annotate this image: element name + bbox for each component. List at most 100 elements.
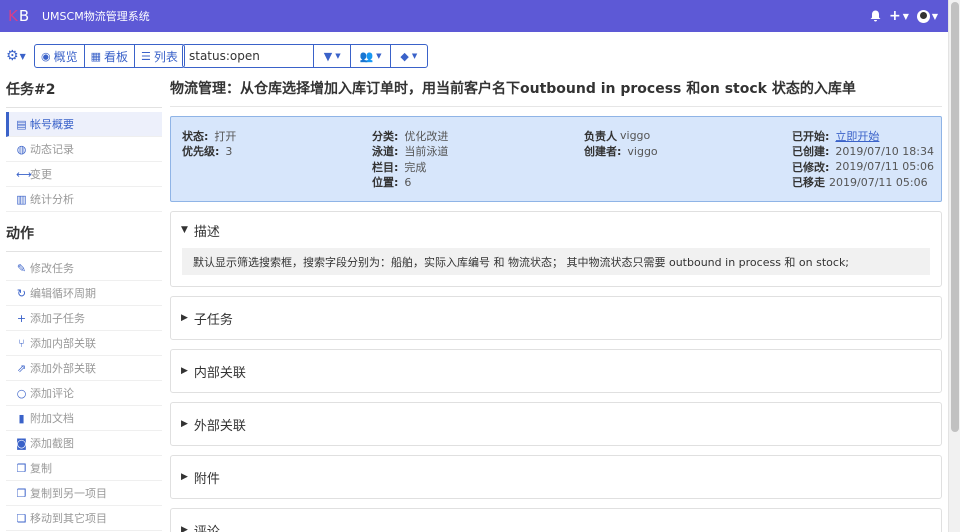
internal-links-toggle[interactable]: ▶ 内部关联	[171, 350, 941, 392]
subtasks-toggle[interactable]: ▶ 子任务	[171, 297, 941, 339]
column-label: 栏目:	[372, 160, 399, 174]
action-heading: 动作	[6, 220, 162, 252]
attachments-toggle[interactable]: ▶ 附件	[171, 456, 941, 498]
creator-label: 创建者:	[584, 145, 622, 159]
modified-label: 已修改:	[792, 160, 830, 174]
sidebar-item-label: 添加外部关联	[30, 362, 96, 375]
status-label: 状态:	[182, 129, 209, 143]
triangle-right-icon: ▶	[181, 366, 188, 376]
page-scrollbar[interactable]	[948, 0, 960, 532]
sidebar-item-overview[interactable]: ▤ 帐号概要	[6, 112, 162, 137]
sidebar-item-code-fork[interactable]: ⑂ 添加内部关联	[6, 331, 162, 356]
sidebar-item-move[interactable]: ❏ 移动到其它项目	[6, 506, 162, 531]
sidebar-item-label: 添加内部关联	[30, 337, 96, 350]
page-title: 物流管理：从仓库选择增加入库订单时，用当前客户名下outbound in pro…	[170, 76, 942, 107]
description-toggle[interactable]: ▼ 描述	[171, 212, 941, 248]
modified-value: 2019/07/11 05:06	[835, 160, 935, 174]
caret-down-icon: ▼	[335, 52, 341, 60]
tags-dropdown[interactable]: ◆ ▼	[389, 45, 427, 67]
grid-icon: ▦	[90, 49, 102, 63]
caret-down-icon: ▼	[902, 11, 909, 21]
list-icon: ☰	[141, 49, 151, 63]
triangle-down-icon: ▼	[181, 225, 188, 235]
comment-icon: ○	[16, 386, 27, 400]
scrollbar-thumb[interactable]	[951, 2, 959, 432]
sidebar-item-label: 附加文档	[30, 412, 74, 425]
sidebar-item-bar-chart[interactable]: ▥ 统计分析	[6, 187, 162, 212]
created-label: 已创建:	[792, 145, 830, 159]
created-value: 2019/07/10 18:34	[835, 144, 935, 158]
triangle-right-icon: ▶	[181, 313, 188, 323]
copy-project-icon: ❐	[16, 486, 27, 500]
attachments-title: 附件	[193, 471, 220, 487]
caret-down-icon: ▼	[376, 52, 382, 60]
sidebar-item-label: 移动到其它项目	[30, 512, 107, 525]
plus-icon: +	[888, 8, 901, 24]
board-button[interactable]: ▦ 看板	[85, 45, 136, 67]
sidebar-item-external-link[interactable]: ⇗ 添加外部关联	[6, 356, 162, 381]
sidebar: 任务#2 ▤ 帐号概要 ◍ 动态记录 ⟷ 变更 ▥ 统计分析 动作 ✎ 修改任务 ↻ 编辑循环周期 +…	[6, 76, 162, 531]
toolbar: ⚙▼ ◉概览 ▦看板 ☰列表 ▼▼ 👥▼ ◆▼	[6, 44, 428, 68]
sidebar-item-copy[interactable]: ❐ 复制	[6, 456, 162, 481]
bell-icon[interactable]	[870, 10, 881, 22]
file-icon: ▮	[18, 411, 25, 425]
sidebar-item-label: 复制到另一项目	[30, 487, 107, 500]
app-logo[interactable]: KB	[8, 7, 38, 25]
top-header: KB UMSCM物流管理系统 + ▼ ▼	[0, 0, 948, 32]
internal-links-panel: ▶ 内部关联	[170, 349, 942, 393]
external-links-toggle[interactable]: ▶ 外部关联	[171, 403, 941, 445]
internal-links-title: 内部关联	[193, 365, 246, 381]
task-heading: 任务#2	[6, 76, 162, 108]
comments-title: 评论	[193, 524, 220, 532]
position-value: 6	[404, 175, 412, 189]
overview-button[interactable]: ◉ 概览	[35, 45, 85, 67]
code-fork-icon: ⑂	[18, 336, 25, 350]
moved-label: 已移走	[792, 176, 825, 190]
sidebar-item-arrows[interactable]: ⟷ 变更	[6, 162, 162, 187]
column-value: 完成	[404, 160, 427, 174]
plus-icon: +	[16, 311, 27, 325]
sidebar-item-plus[interactable]: + 添加子任务	[6, 306, 162, 331]
sidebar-item-dashboard[interactable]: ◍ 动态记录	[6, 137, 162, 162]
assignee-label: 负责人	[584, 129, 617, 143]
list-button[interactable]: ☰ 列表	[135, 45, 184, 67]
users-icon: 👥	[359, 49, 374, 63]
settings-dropdown[interactable]: ⚙ ▼	[6, 48, 32, 64]
gear-icon: ⚙	[6, 48, 19, 64]
caret-down-icon: ▼	[931, 11, 938, 21]
description-title: 描述	[193, 224, 220, 240]
sidebar-item-label: 变更	[30, 168, 52, 181]
plus-menu-button[interactable]: + ▼	[889, 8, 909, 24]
sidebar-item-file[interactable]: ▮ 附加文档	[6, 406, 162, 431]
eye-icon: ◉	[41, 49, 51, 63]
position-label: 位置:	[372, 176, 399, 190]
sidebar-item-refresh[interactable]: ↻ 编辑循环周期	[6, 281, 162, 306]
sidebar-item-edit[interactable]: ✎ 修改任务	[6, 256, 162, 281]
comments-toggle[interactable]: ▶ 评论	[171, 509, 941, 532]
users-dropdown[interactable]: 👥 ▼	[350, 45, 389, 67]
description-panel: ▼ 描述 默认显示筛选搜索框，搜索字段分别为：船舶，实际入库编号 和 物流状态；…	[170, 211, 942, 287]
user-menu-button[interactable]: ▼	[916, 9, 938, 23]
external-links-title: 外部关联	[193, 418, 246, 434]
priority-value: 3	[225, 144, 233, 158]
camera-icon: ◙	[16, 436, 27, 450]
search-input[interactable]	[183, 45, 313, 67]
view-switcher: ◉ 概览 ▦ 看板 ☰ 列表	[34, 44, 185, 68]
swimlane-value: 当前泳道	[404, 145, 449, 159]
caret-down-icon: ▼	[411, 52, 418, 60]
sidebar-item-label: 添加评论	[30, 387, 74, 400]
start-now-link[interactable]: 立即开始	[835, 128, 879, 144]
external-link-icon: ⇗	[16, 361, 27, 375]
sidebar-item-camera[interactable]: ◙ 添加截图	[6, 431, 162, 456]
sidebar-item-label: 修改任务	[30, 262, 74, 275]
move-icon: ❏	[16, 511, 27, 525]
filter-dropdown[interactable]: ▼ ▼	[313, 45, 350, 67]
sidebar-item-label: 添加截图	[30, 437, 74, 450]
sidebar-item-copy-project[interactable]: ❐ 复制到另一项目	[6, 481, 162, 506]
sidebar-item-comment[interactable]: ○ 添加评论	[6, 381, 162, 406]
task-summary: 状态: 打开 优先级: 3 分类: 优化改进 泳道: 当前泳道 栏目: 完成 位置: 6 负…	[170, 116, 942, 202]
triangle-right-icon: ▶	[181, 419, 188, 429]
avatar	[916, 9, 930, 23]
triangle-right-icon: ▶	[181, 525, 188, 532]
moved-value: 2019/07/11 05:06	[829, 175, 928, 189]
